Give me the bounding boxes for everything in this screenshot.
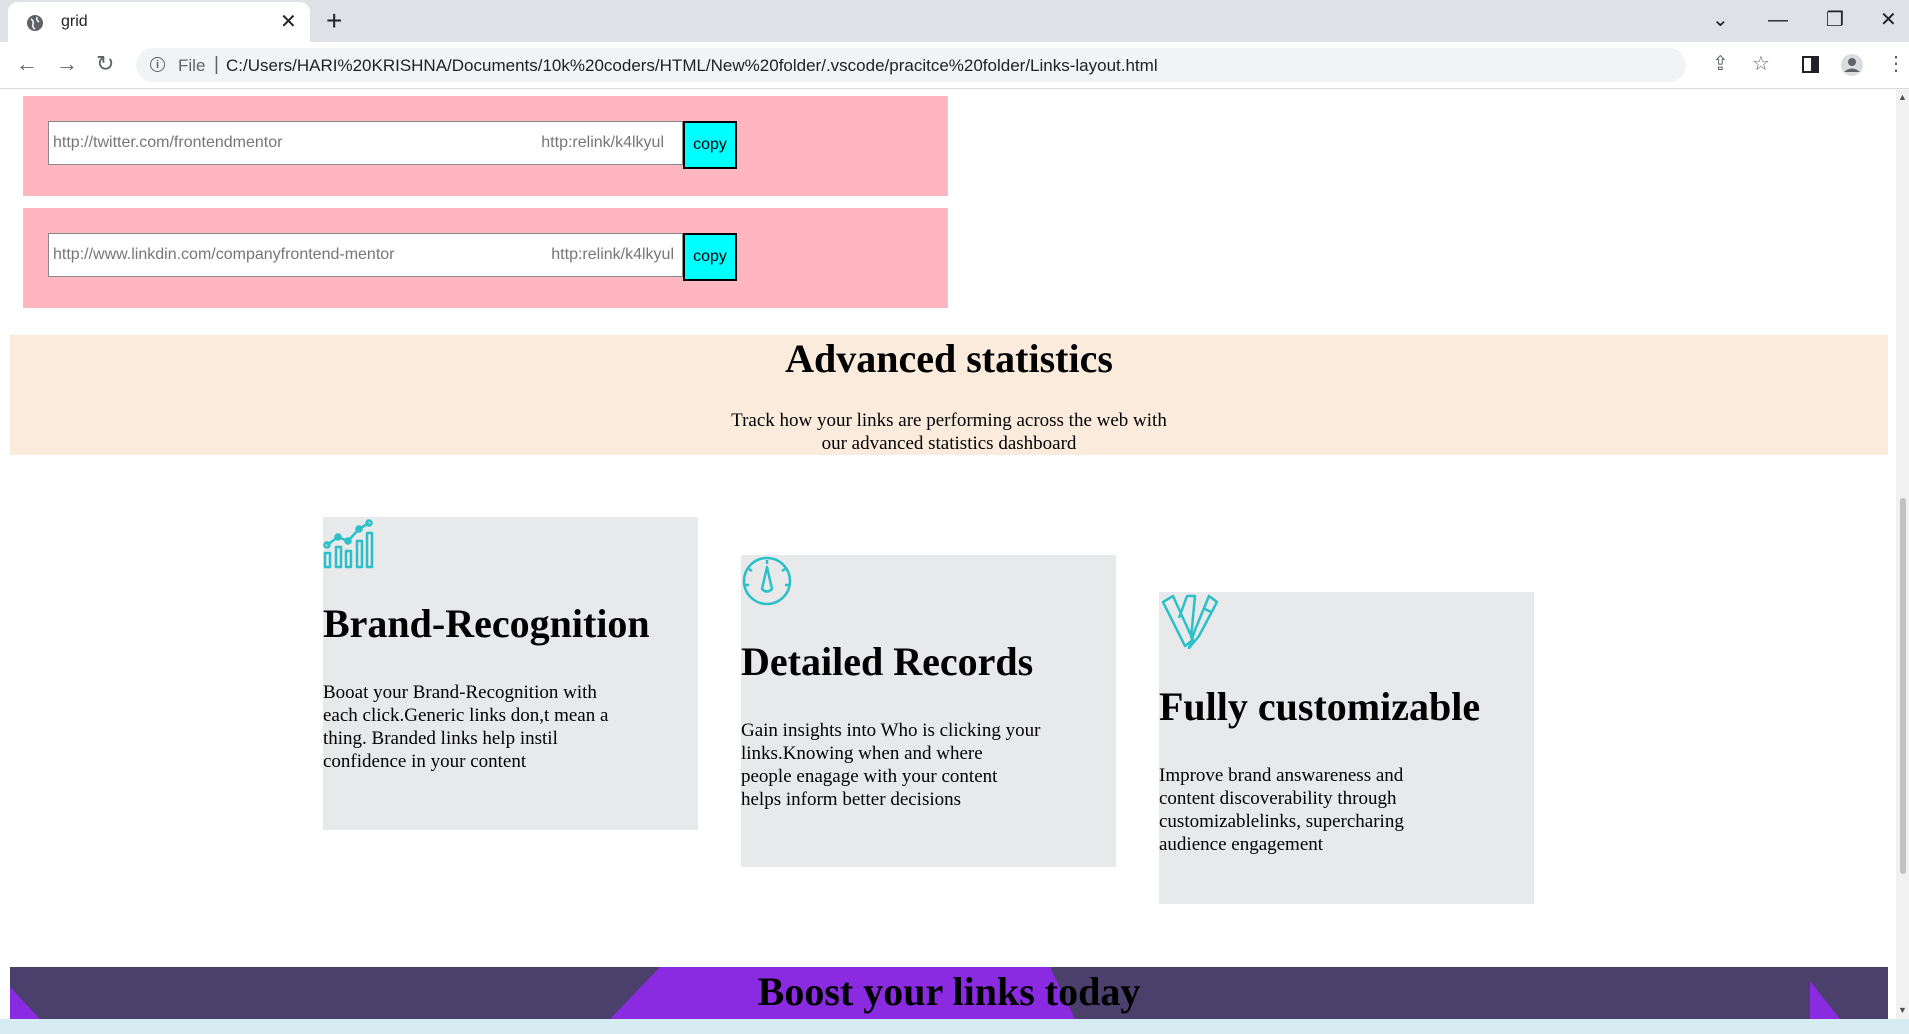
side-panel-icon[interactable]	[1802, 56, 1819, 73]
card-title: Brand-Recognition	[323, 601, 650, 646]
copy-button[interactable]: copy	[683, 233, 737, 281]
original-link: http://www.linkdin.com/companyfrontend-m…	[53, 246, 395, 263]
page-viewport: http://twitter.com/frontendmentor http:r…	[0, 89, 1896, 1019]
link-field: http://www.linkdin.com/companyfrontend-m…	[48, 233, 683, 277]
scrollbar-thumb[interactable]	[1900, 498, 1906, 874]
card-title: Detailed Records	[741, 639, 1034, 684]
info-icon[interactable]: i	[150, 57, 165, 72]
link-row: http://twitter.com/frontendmentor http:r…	[23, 96, 948, 196]
browser-toolbar: ← → ↻ i File | C:/Users/HARI%20KRISHNA/D…	[0, 42, 1909, 89]
tab-search-icon[interactable]: ⌄	[1712, 6, 1729, 34]
address-url[interactable]: C:/Users/HARI%20KRISHNA/Documents/10k%20…	[226, 56, 1158, 76]
scroll-up-icon[interactable]: ▲	[1898, 92, 1907, 102]
link-field: http://twitter.com/frontendmentor http:r…	[48, 121, 683, 165]
share-icon[interactable]: ⇪	[1712, 52, 1729, 76]
restore-button[interactable]: ❐	[1826, 6, 1844, 34]
taskbar	[0, 1019, 1909, 1034]
window-close-button[interactable]: ✕	[1880, 6, 1897, 34]
reload-icon[interactable]: ↻	[96, 50, 114, 78]
address-bar[interactable]: i File | C:/Users/HARI%20KRISHNA/Documen…	[136, 48, 1686, 82]
address-scheme: File	[178, 56, 206, 75]
bar-chart-icon	[323, 519, 374, 569]
boost-title: Boost your links today	[757, 969, 1141, 1014]
feature-card-brand-recognition: Brand-Recognition Booat your Brand-Recog…	[323, 517, 698, 830]
new-tab-button[interactable]: +	[326, 5, 342, 37]
bookmark-star-icon[interactable]: ☆	[1752, 52, 1770, 76]
feature-card-fully-customizable: Fully customizable Improve brand answare…	[1159, 592, 1534, 904]
back-arrow-icon[interactable]: ←	[16, 50, 38, 78]
tab-close-icon[interactable]: ✕	[280, 10, 297, 34]
card-title: Fully customizable	[1159, 684, 1481, 729]
tab-title: grid	[61, 13, 88, 30]
scroll-down-icon[interactable]: ▼	[1898, 1005, 1907, 1015]
card-description: Booat your Brand-Recognition with each cl…	[323, 682, 609, 772]
tab-strip: grid ✕ + ⌄ — ❐ ✕	[0, 0, 1909, 42]
minimize-button[interactable]: —	[1768, 6, 1788, 34]
advanced-statistics-section: Advanced statistics Track how your links…	[10, 335, 1888, 455]
browser-tab[interactable]: grid ✕	[8, 2, 310, 42]
menu-kebab-icon[interactable]: ⋮	[1886, 52, 1906, 76]
speedometer-icon	[742, 556, 792, 606]
feature-card-detailed-records: Detailed Records Gain insights into Who …	[741, 555, 1116, 867]
short-link[interactable]: http:relink/k4lkyul	[541, 134, 664, 152]
original-link: http://twitter.com/frontendmentor	[53, 134, 283, 151]
link-row: http://www.linkdin.com/companyfrontend-m…	[23, 208, 948, 308]
section-title: Advanced statistics	[785, 336, 1113, 381]
globe-icon	[27, 15, 43, 31]
short-link[interactable]: http:relink/k4lkyul	[551, 246, 674, 264]
forward-arrow-icon[interactable]: →	[56, 50, 78, 78]
address-separator: |	[214, 54, 219, 75]
boost-section: Boost your links today	[10, 967, 1888, 1019]
card-description: Gain insights into Who is clicking your l…	[741, 720, 1041, 810]
profile-avatar-icon[interactable]	[1840, 53, 1864, 77]
brush-pen-icon	[1161, 594, 1219, 650]
section-description: Track how your links are performing acro…	[731, 410, 1167, 454]
copy-button[interactable]: copy	[683, 121, 737, 169]
card-description: Improve brand answareness and content dis…	[1159, 765, 1404, 855]
